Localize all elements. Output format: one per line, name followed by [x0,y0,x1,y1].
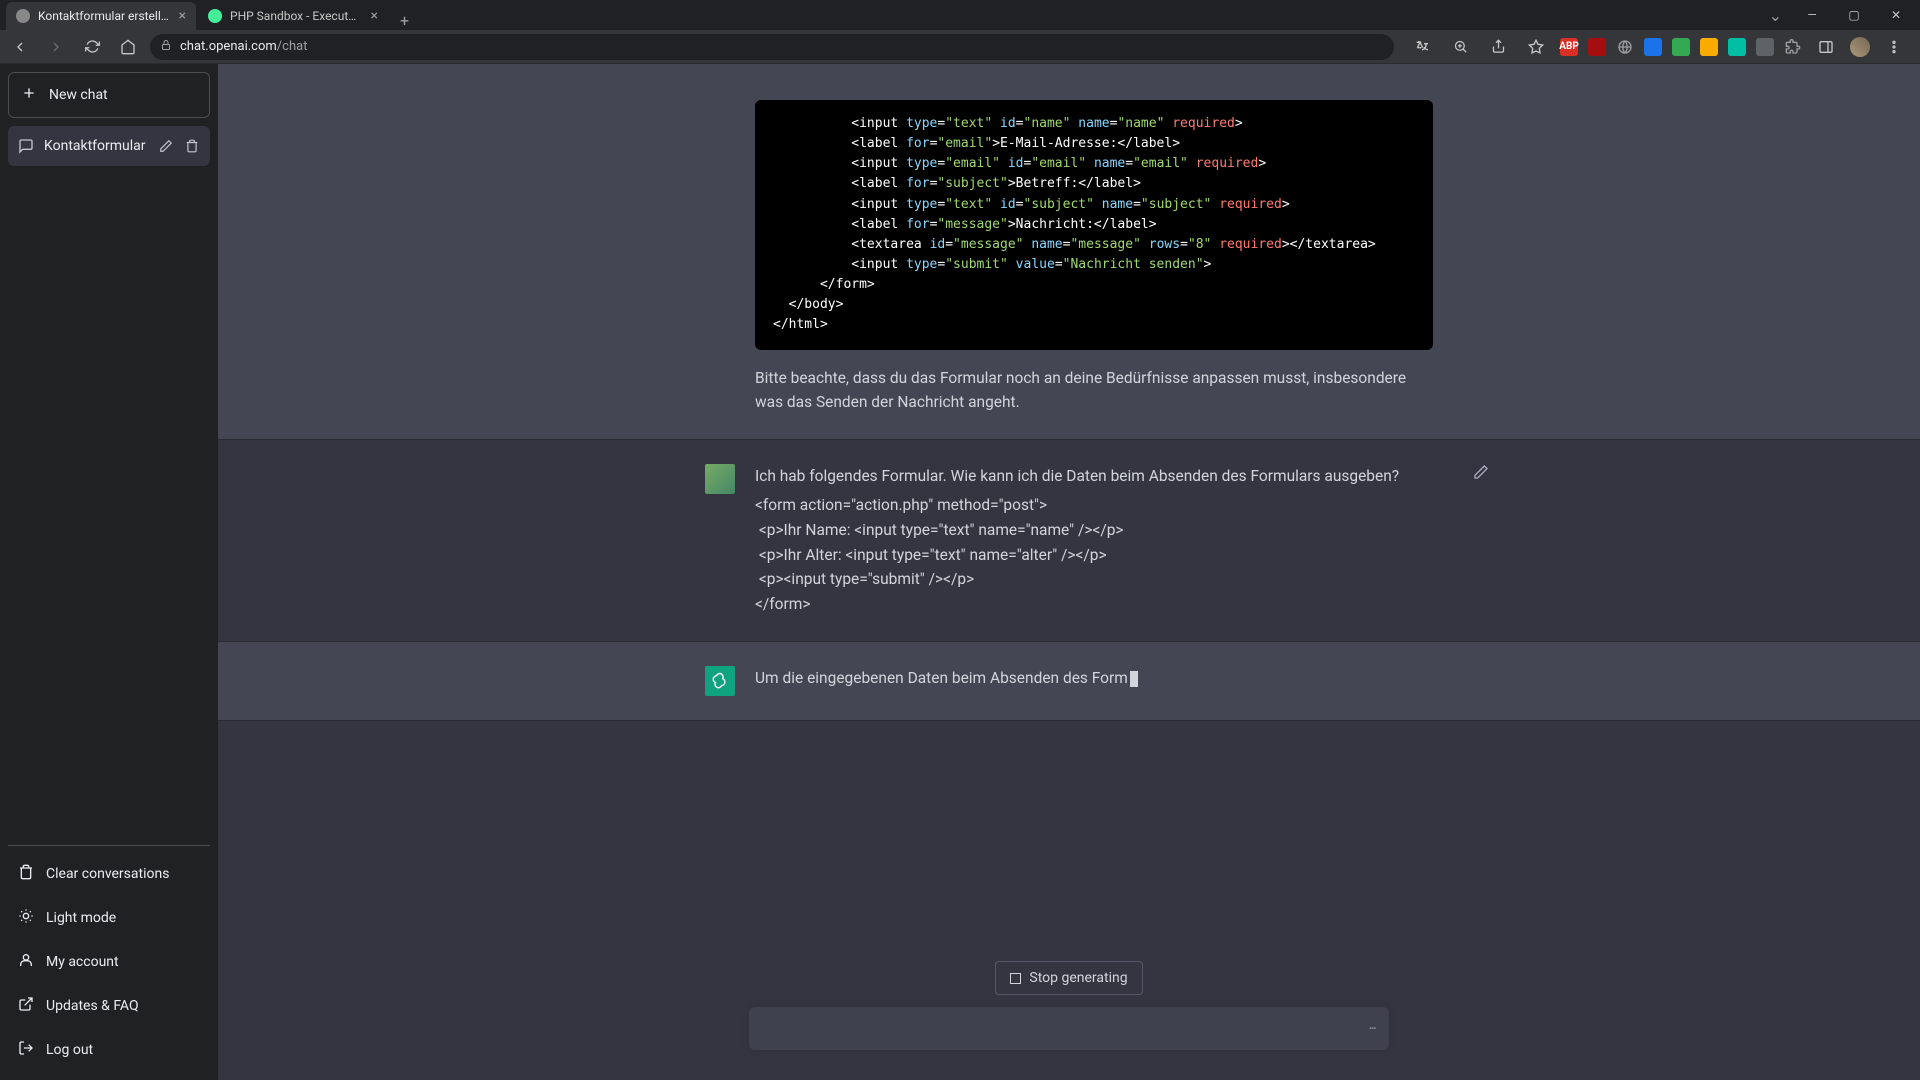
logout-button[interactable]: Log out [8,1028,210,1072]
home-button[interactable] [114,33,142,61]
extension-icon[interactable] [1728,38,1746,56]
user-avatar-icon [705,464,735,494]
typing-cursor-icon [1130,671,1138,687]
user-message: Ich hab folgendes Formular. Wie kann ich… [218,440,1920,642]
menu-label: Updates & FAQ [46,998,139,1014]
browser-tab[interactable]: PHP Sandbox - Execute PHP cod × [198,2,388,30]
menu-label: Log out [46,1042,93,1058]
forward-button[interactable] [42,33,70,61]
assistant-message-streaming: Um die eingegebenen Daten beim Absenden … [218,642,1920,721]
chat-history: Kontaktformular erstell [8,126,210,845]
reload-button[interactable] [78,33,106,61]
browser-tab-active[interactable]: Kontaktformular erstellen. × [6,2,196,30]
tab-title: PHP Sandbox - Execute PHP cod [230,9,363,23]
send-icon[interactable]: ··· [1368,1019,1375,1038]
main-content: <input type="text" id="name" name="name"… [218,64,1920,1080]
stop-icon [1010,973,1021,984]
favicon-icon [16,9,30,23]
extension-icon[interactable] [1700,38,1718,56]
sun-icon [18,908,34,928]
user-code-text: <form action="action.php" method="post">… [755,493,1433,617]
new-chat-button[interactable]: New chat [8,72,210,118]
user-icon [18,952,34,972]
extensions-row: ABP [1402,33,1914,61]
prompt-input[interactable] [763,1020,1368,1037]
input-area: Stop generating ··· [218,941,1920,1080]
history-item-label: Kontaktformular erstell [44,138,148,154]
sidebar-bottom-menu: Clear conversations Light mode My accoun… [8,845,210,1072]
extension-icon[interactable] [1672,38,1690,56]
sidebar: New chat Kontaktformular erstell Clear c… [0,64,218,1080]
window-controls: — ▢ ✕ [1792,0,1920,30]
favicon-icon [208,9,222,23]
trash-icon[interactable] [184,138,200,154]
side-panel-icon[interactable] [1812,33,1840,61]
close-window-button[interactable]: ✕ [1876,0,1916,30]
extension-icon[interactable] [1756,38,1774,56]
my-account-button[interactable]: My account [8,940,210,984]
translate-icon[interactable] [1408,33,1436,61]
edit-message-button[interactable] [1473,464,1489,484]
extension-icon[interactable] [1644,38,1662,56]
menu-label: My account [46,954,119,970]
assistant-avatar-icon [705,666,735,696]
share-icon[interactable] [1484,33,1512,61]
assistant-streaming-text: Um die eingegebenen Daten beim Absenden … [755,669,1128,687]
profile-avatar-icon[interactable] [1850,37,1870,57]
new-tab-button[interactable]: + [390,11,419,30]
browser-toolbar: chat.openai.com/chat ABP [0,30,1920,64]
lock-icon [160,39,172,54]
tab-title: Kontaktformular erstellen. [38,9,171,23]
zoom-icon[interactable] [1446,33,1474,61]
new-chat-label: New chat [49,87,108,103]
tab-overflow-icon[interactable]: ⌄ [1759,6,1792,25]
prompt-input-box[interactable]: ··· [749,1007,1389,1050]
minimize-button[interactable]: — [1792,0,1832,30]
updates-faq-button[interactable]: Updates & FAQ [8,984,210,1028]
code-block[interactable]: <input type="text" id="name" name="name"… [755,100,1433,350]
extension-abp-icon[interactable]: ABP [1560,38,1578,56]
assistant-paragraph: Bitte beachte, dass du das Formular noch… [755,366,1433,416]
close-icon[interactable]: × [179,8,186,24]
browser-tabs: Kontaktformular erstellen. × PHP Sandbox… [0,0,419,30]
light-mode-button[interactable]: Light mode [8,896,210,940]
maximize-button[interactable]: ▢ [1834,0,1874,30]
plus-icon [21,85,37,105]
chat-icon [18,138,34,154]
external-link-icon [18,996,34,1016]
clear-conversations-button[interactable]: Clear conversations [8,852,210,896]
trash-icon [18,864,34,884]
kebab-menu-icon[interactable] [1880,33,1908,61]
menu-label: Light mode [46,910,116,926]
edit-icon[interactable] [158,138,174,154]
stop-generating-button[interactable]: Stop generating [995,961,1142,995]
url-text: chat.openai.com/chat [180,39,307,54]
bookmark-star-icon[interactable] [1522,33,1550,61]
address-bar[interactable]: chat.openai.com/chat [150,34,1394,60]
extension-icon[interactable] [1588,38,1606,56]
history-item[interactable]: Kontaktformular erstell [8,126,210,166]
extensions-menu-icon[interactable] [1784,38,1802,56]
window-titlebar: Kontaktformular erstellen. × PHP Sandbox… [0,0,1920,30]
close-icon[interactable]: × [371,8,378,24]
logout-icon [18,1040,34,1060]
back-button[interactable] [6,33,34,61]
user-question-text: Ich hab folgendes Formular. Wie kann ich… [755,464,1433,489]
assistant-message: <input type="text" id="name" name="name"… [218,64,1920,440]
stop-label: Stop generating [1029,970,1127,986]
menu-label: Clear conversations [46,866,169,882]
extension-globe-icon[interactable] [1616,38,1634,56]
